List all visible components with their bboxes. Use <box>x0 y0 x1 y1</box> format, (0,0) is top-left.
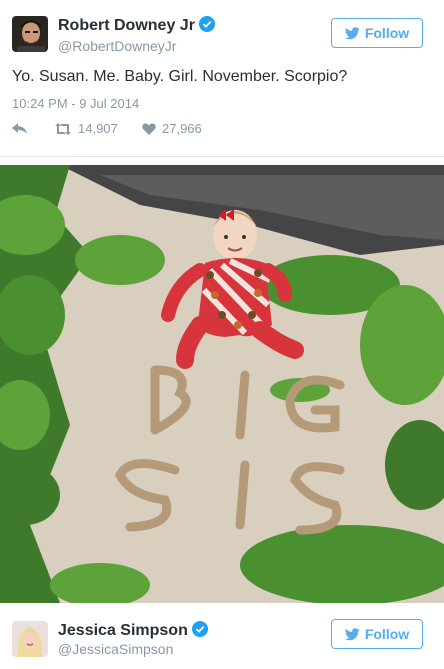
heart-icon <box>142 123 156 135</box>
retweet-button[interactable]: 14,907 <box>54 121 142 136</box>
author-avatar[interactable] <box>12 16 48 52</box>
author-name[interactable]: Robert Downey Jr <box>58 16 215 35</box>
retweet-icon <box>55 122 71 135</box>
reply-button[interactable] <box>12 122 54 135</box>
tweet-text: Yo. Susan. Me. Baby. Girl. November. Sco… <box>12 68 348 85</box>
follow-button[interactable]: Follow <box>331 18 423 48</box>
tweet-card: Robert Downey Jr @RobertDowneyJr Follow … <box>0 0 444 157</box>
verified-badge-icon <box>191 621 208 637</box>
twitter-bird-icon <box>344 26 360 39</box>
tweet-timestamp[interactable]: 10:24 PM - 9 Jul 2014 <box>12 96 139 111</box>
tweet-card: Jessica Simpson @JessicaSimpson Follow <box>0 603 444 669</box>
author-name-text[interactable]: Jessica Simpson <box>58 622 188 639</box>
tweet-actions: 14,907 27,966 <box>12 121 202 136</box>
favorite-count: 27,966 <box>162 121 202 136</box>
author-handle[interactable]: @JessicaSimpson <box>58 641 173 657</box>
retweet-count: 14,907 <box>78 121 118 136</box>
author-name-text[interactable]: Robert Downey Jr <box>58 17 195 34</box>
author-avatar[interactable] <box>12 621 48 657</box>
baby-in-sand-photo <box>0 165 444 603</box>
author-handle[interactable]: @RobertDowneyJr <box>58 38 176 54</box>
tweet-photo[interactable] <box>0 165 444 603</box>
favorite-button[interactable]: 27,966 <box>142 121 202 136</box>
twitter-bird-icon <box>344 627 360 640</box>
follow-label: Follow <box>364 25 410 41</box>
follow-button[interactable]: Follow <box>331 619 423 649</box>
verified-badge-icon <box>198 16 215 32</box>
reply-icon <box>12 122 27 134</box>
author-name[interactable]: Jessica Simpson <box>58 621 208 640</box>
follow-label: Follow <box>364 626 410 642</box>
